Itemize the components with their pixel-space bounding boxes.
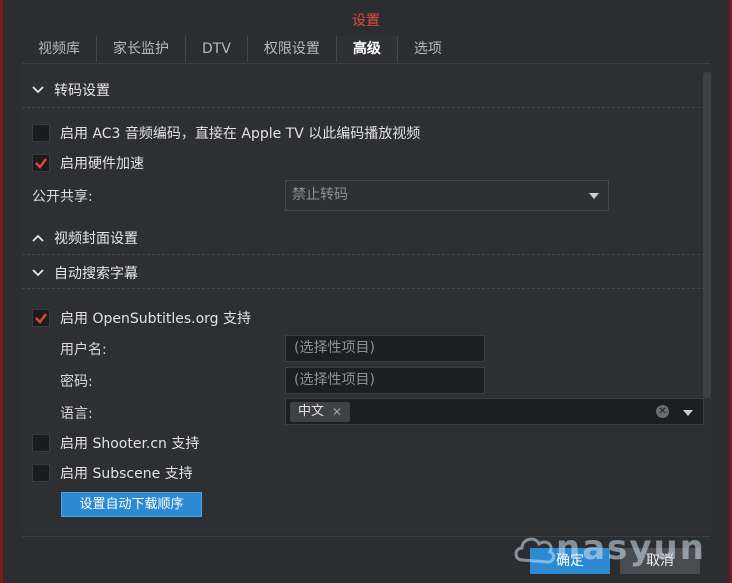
dialog-title: 设置 [352,13,380,29]
ac3-option[interactable]: 启用 AC3 音频编码，直接在 Apple TV 以此编码播放视频 [32,123,420,143]
chevron-down-icon [32,269,44,277]
shooter-label: 启用 Shooter.cn 支持 [60,436,200,452]
subtitles-section-header[interactable]: 自动搜索字幕 [30,262,138,284]
username-label: 用户名: [60,342,107,358]
language-multiselect[interactable]: 中文 ✕ ✕ [285,398,704,425]
tab-advanced[interactable]: 高级 [336,36,398,62]
left-edge-strip [0,0,3,583]
shooter-checkbox[interactable] [32,434,50,452]
subscene-option[interactable]: 启用 Subscene 支持 [32,463,193,483]
username-placeholder: (选择性项目) [294,340,375,356]
dropdown-caret-icon [589,193,599,199]
ac3-checkbox[interactable] [32,124,50,142]
language-tag[interactable]: 中文 ✕ [290,402,351,422]
username-input[interactable]: (选择性项目) [285,335,485,362]
settings-dialog: 设置 视频库 家长监护 DTV 权限设置 高级 选项 转码设置 启用 AC3 音… [0,0,732,583]
opensubtitles-checkbox[interactable] [32,309,50,327]
chevron-down-icon [32,86,44,94]
language-tag-label: 中文 [298,404,325,419]
subtitles-section-title: 自动搜索字幕 [54,266,138,282]
subscene-checkbox[interactable] [32,464,50,482]
tag-remove-icon[interactable]: ✕ [332,402,342,422]
language-label: 语言: [60,406,93,422]
password-label: 密码: [60,374,93,390]
watermark-text: nasyun [556,528,706,568]
tab-video-library[interactable]: 视频库 [22,36,97,62]
subscene-label: 启用 Subscene 支持 [60,466,193,482]
section-divider [22,254,710,255]
tab-bar: 视频库 家长监护 DTV 权限设置 高级 选项 [22,36,458,63]
transcode-section-title: 转码设置 [54,83,110,99]
hw-accel-option[interactable]: 启用硬件加速 [32,153,144,173]
share-label: 公开共享: [32,189,93,205]
share-select-value: 禁止转码 [292,187,348,203]
cover-section-header[interactable]: 视频封面设置 [30,227,138,249]
section-divider [22,107,710,108]
dropdown-caret-icon[interactable] [683,410,693,416]
clear-icon[interactable]: ✕ [656,405,669,418]
cover-section-title: 视频封面设置 [54,231,138,247]
hw-accel-label: 启用硬件加速 [60,156,144,172]
shooter-option[interactable]: 启用 Shooter.cn 支持 [32,433,199,453]
section-divider [22,288,710,289]
share-select[interactable]: 禁止转码 [285,180,609,211]
tab-dtv[interactable]: DTV [186,36,248,62]
cloud-logo-icon [514,537,556,564]
opensubtitles-option[interactable]: 启用 OpenSubtitles.org 支持 [32,308,251,328]
chevron-up-icon [32,234,44,242]
tab-parental-control[interactable]: 家长监护 [97,36,186,62]
checkmark-icon [35,313,47,324]
hw-accel-checkbox[interactable] [32,154,50,172]
download-order-button[interactable]: 设置自动下载顺序 [61,492,202,517]
opensubtitles-label: 启用 OpenSubtitles.org 支持 [60,311,252,327]
password-input[interactable]: (选择性项目) [285,367,485,394]
tab-options[interactable]: 选项 [398,36,458,62]
password-placeholder: (选择性项目) [294,372,375,388]
ac3-label: 启用 AC3 音频编码，直接在 Apple TV 以此编码播放视频 [60,126,421,142]
checkmark-icon [35,158,47,169]
scrollbar[interactable] [703,72,711,398]
transcode-section-header[interactable]: 转码设置 [30,79,110,101]
tab-permissions[interactable]: 权限设置 [248,36,337,62]
